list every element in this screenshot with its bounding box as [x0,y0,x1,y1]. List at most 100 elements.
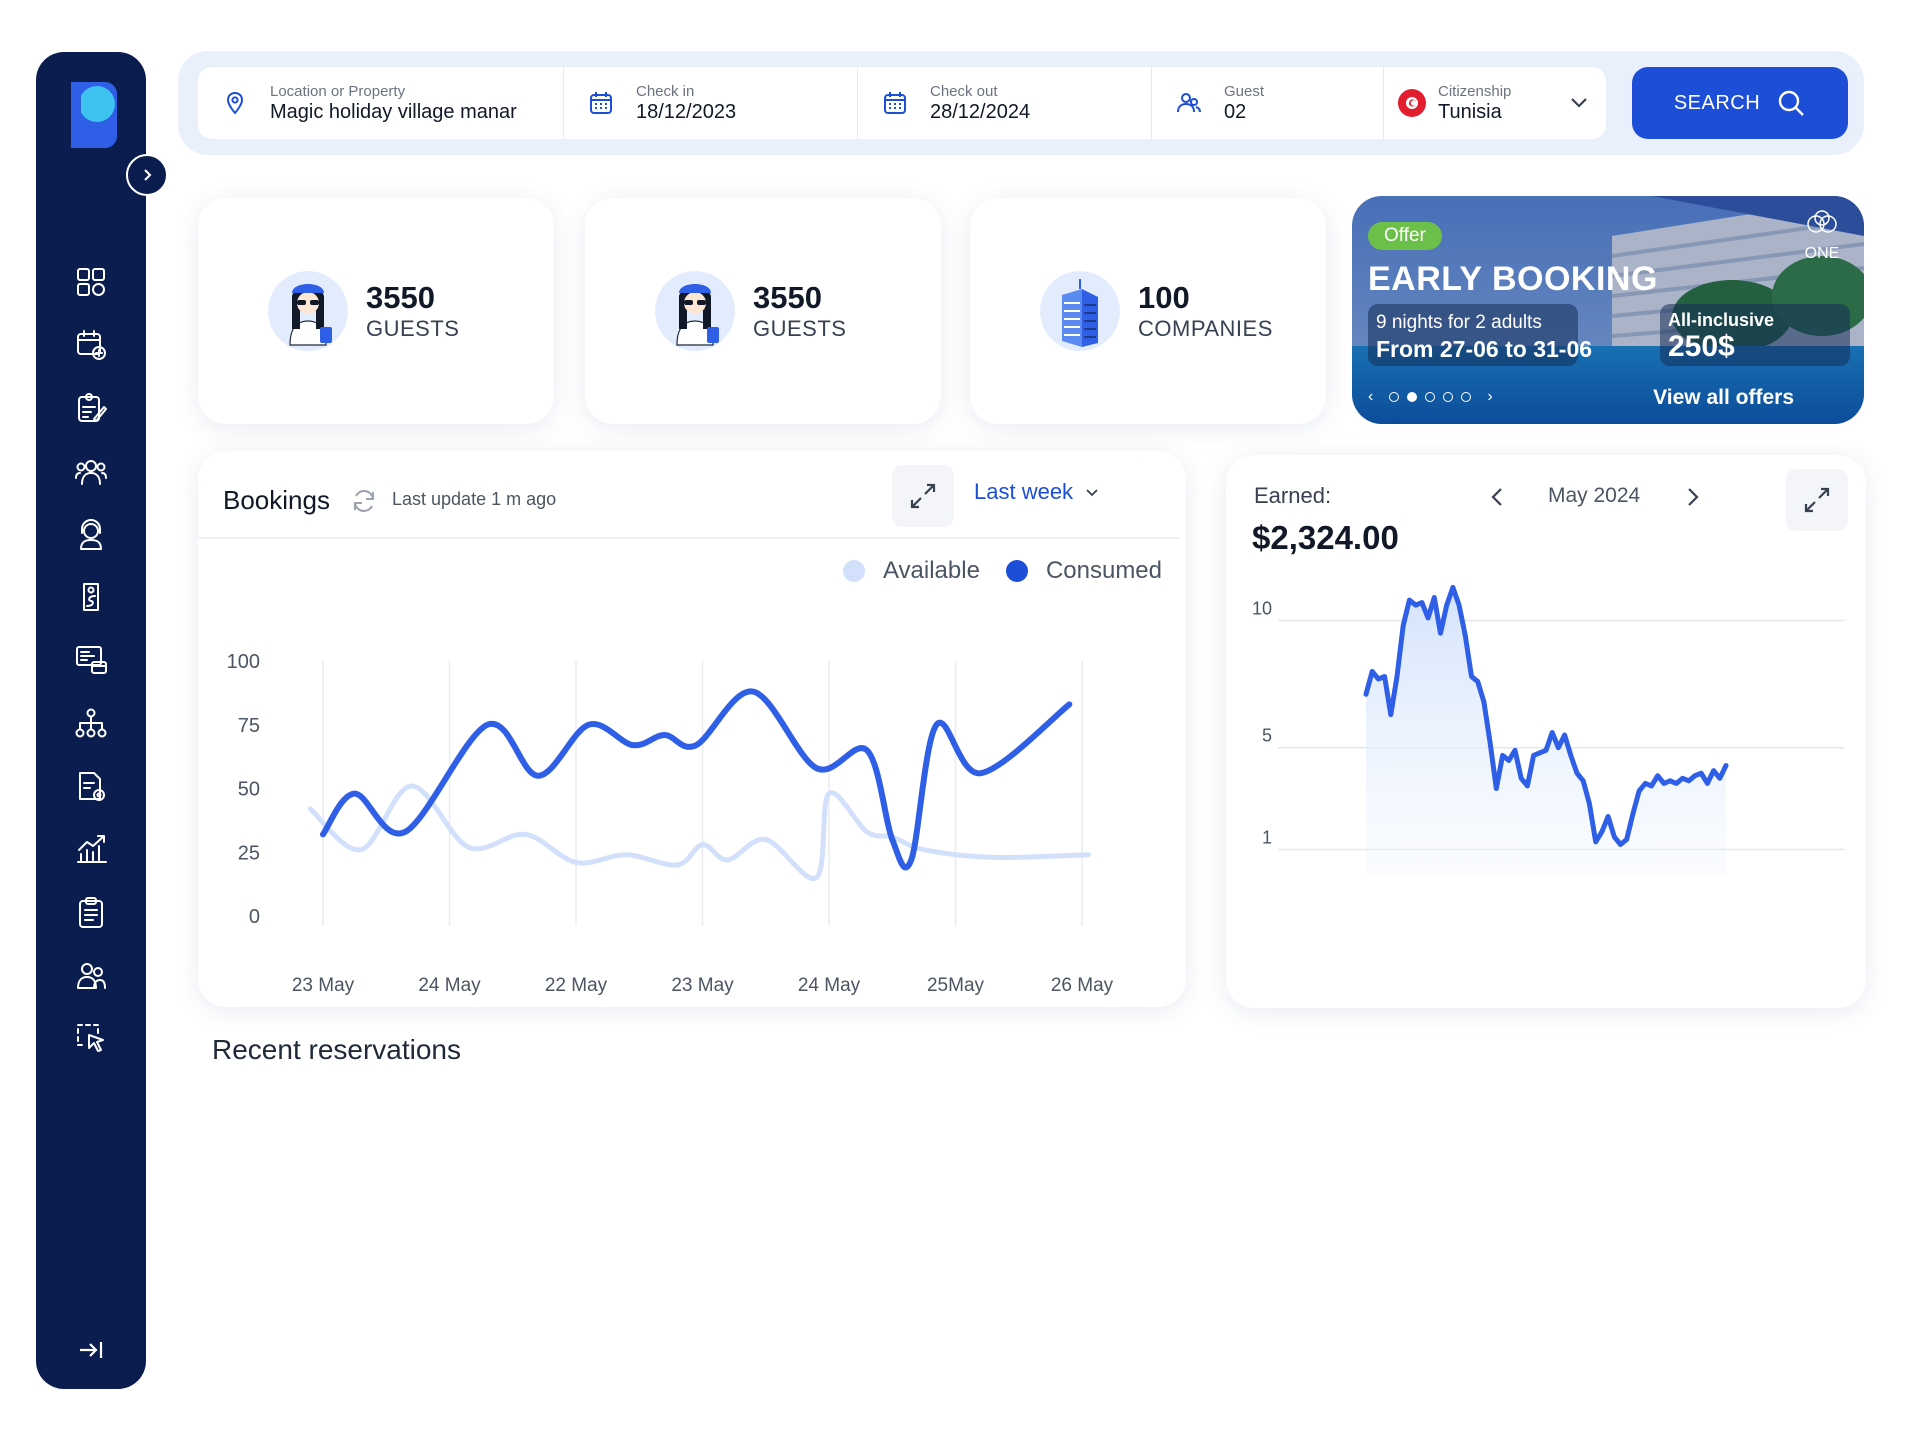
earned-label: Earned: [1254,483,1332,508]
carousel-prev-icon[interactable]: ‹ [1368,388,1373,406]
sidebar-toggle-button[interactable] [126,154,168,196]
carousel-dot[interactable] [1443,392,1454,402]
refresh-icon[interactable] [350,487,378,515]
dashboard-icon [77,267,105,296]
legend-label: Consumed [1045,557,1162,584]
location-pin-icon [226,91,244,115]
app-logo[interactable] [71,82,117,148]
earned-chart: 1510 [1252,584,1844,875]
next-month-icon[interactable] [1678,483,1706,511]
citizenship-label: Citizenship [1438,82,1512,100]
location-field[interactable]: Location or Property Magic holiday villag… [198,67,564,139]
sidebar-item-payment-screen[interactable] [36,628,146,691]
expand-icon [910,483,936,509]
citizenship-select[interactable]: Citizenship Tunisia [1384,67,1606,139]
bookings-expand-button[interactable] [892,465,954,527]
sidebar-item-checklist[interactable] [36,376,146,439]
location-value: Magic holiday village manar [270,100,517,123]
x-tick-label: 24 May [418,975,481,996]
guest-value: 02 [1224,100,1247,123]
brand-flower-icon [1807,210,1837,233]
carousel-dot[interactable] [1425,392,1436,402]
stat-value: 3550 [366,280,435,315]
location-label: Location or Property [270,82,406,100]
offer-inclusive: All-inclusive [1668,310,1775,330]
support-agent-icon [80,518,102,550]
sidebar-item-calendar-add[interactable] [36,313,146,376]
y-tick-label: 50 [238,779,260,801]
search-bar: Location or Property Magic holiday villag… [178,51,1864,155]
arrow-to-right-icon [80,1342,103,1358]
checkout-label: Check out [930,82,998,100]
stat-card-guests[interactable]: 3550 GUESTS [585,198,941,424]
stat-value: 100 [1138,280,1190,315]
stat-caption: GUESTS [366,316,460,341]
sidebar-item-select-cursor[interactable] [36,1006,146,1069]
sidebar-item-analytics[interactable] [36,817,146,880]
brand-logo: ONE [1800,210,1844,262]
tunisia-flag-icon [1398,89,1426,117]
y-tick-label: 10 [1252,598,1272,618]
sidebar-item-clipboard[interactable] [36,880,146,943]
carousel-dot-active[interactable] [1407,392,1418,402]
sidebar-item-support-agent[interactable] [36,502,146,565]
legend-consumed[interactable]: Consumed [1005,557,1162,585]
offer-price: 250$ [1668,330,1735,363]
guest-field[interactable]: Guest 02 [1152,67,1384,139]
x-tick-label: 22 May [545,975,608,996]
checkin-field[interactable]: Check in 18/12/2023 [564,67,858,139]
offer-banner[interactable]: ONE Offer EARLY BOOKING 9 nights for 2 a… [1352,196,1864,424]
earned-card: Earned: $2,324.00 May 2024 1 5 10 [1226,455,1866,1008]
calendar-icon [590,92,612,114]
sidebar-item-dashboard[interactable] [36,250,146,313]
sidebar [36,52,168,1389]
chart-legend: Available Consumed [817,557,1162,585]
offer-dates: From 27-06 to 31-06 [1376,336,1593,362]
sidebar-item-hierarchy[interactable] [36,691,146,754]
offer-carousel-dots: ‹ › [1368,388,1493,406]
last-update-text: Last update 1 m ago [392,489,557,509]
series-line-available[interactable] [307,783,1091,882]
earned-amount: $2,324.00 [1252,519,1399,556]
search-fields: Location or Property Magic holiday villag… [198,67,1606,139]
dashboard-root: Location or Property Magic holiday villag… [0,0,1906,1445]
stat-card-guests[interactable]: 3550 GUESTS [198,198,554,424]
guest-label: Guest [1224,82,1265,100]
previous-month-icon[interactable] [1484,483,1512,511]
carousel-dot[interactable] [1389,392,1400,402]
sidebar-item-document-settings[interactable] [36,754,146,817]
carousel-dot[interactable] [1461,392,1472,402]
hierarchy-icon [75,708,107,737]
guests-icon [1177,93,1201,113]
guest-avatar-icon [268,271,348,351]
select-cursor-icon [77,1023,104,1052]
document-settings-icon [79,771,105,801]
sidebar-item-team[interactable] [36,943,146,1006]
sidebar-item-users-group[interactable] [36,439,146,502]
legend-available[interactable]: Available [842,557,980,585]
chevron-right-icon [144,169,152,181]
analytics-icon [77,834,107,863]
y-tick-label: 1 [1262,828,1272,848]
x-tick-label: 23 May [671,975,734,996]
y-tick-label: 5 [1262,726,1272,746]
stat-card-companies[interactable]: 100 COMPANIES [970,198,1326,424]
series-line-consumed[interactable] [320,688,1073,871]
period-dropdown[interactable]: Last week [974,479,1101,505]
search-button[interactable]: SEARCH [1632,67,1848,139]
calendar-icon [884,92,906,114]
search-button-label: SEARCH [1673,91,1761,114]
stat-value: 3550 [753,280,822,315]
y-tick-label: 25 [238,842,260,864]
payment-screen-icon [76,645,107,674]
sidebar-item-key-tag[interactable] [36,565,146,628]
sidebar-collapse-button[interactable] [74,1333,108,1367]
earned-expand-button[interactable] [1786,469,1848,531]
citizenship-value: Tunisia [1438,100,1502,123]
carousel-next-icon[interactable]: › [1487,388,1492,406]
checkout-field[interactable]: Check out 28/12/2024 [858,67,1152,139]
brand-name: ONE [1804,245,1840,262]
view-all-offers-link[interactable]: View all offers [1653,386,1794,410]
stat-caption: COMPANIES [1138,316,1273,341]
expand-icon [1804,487,1830,513]
